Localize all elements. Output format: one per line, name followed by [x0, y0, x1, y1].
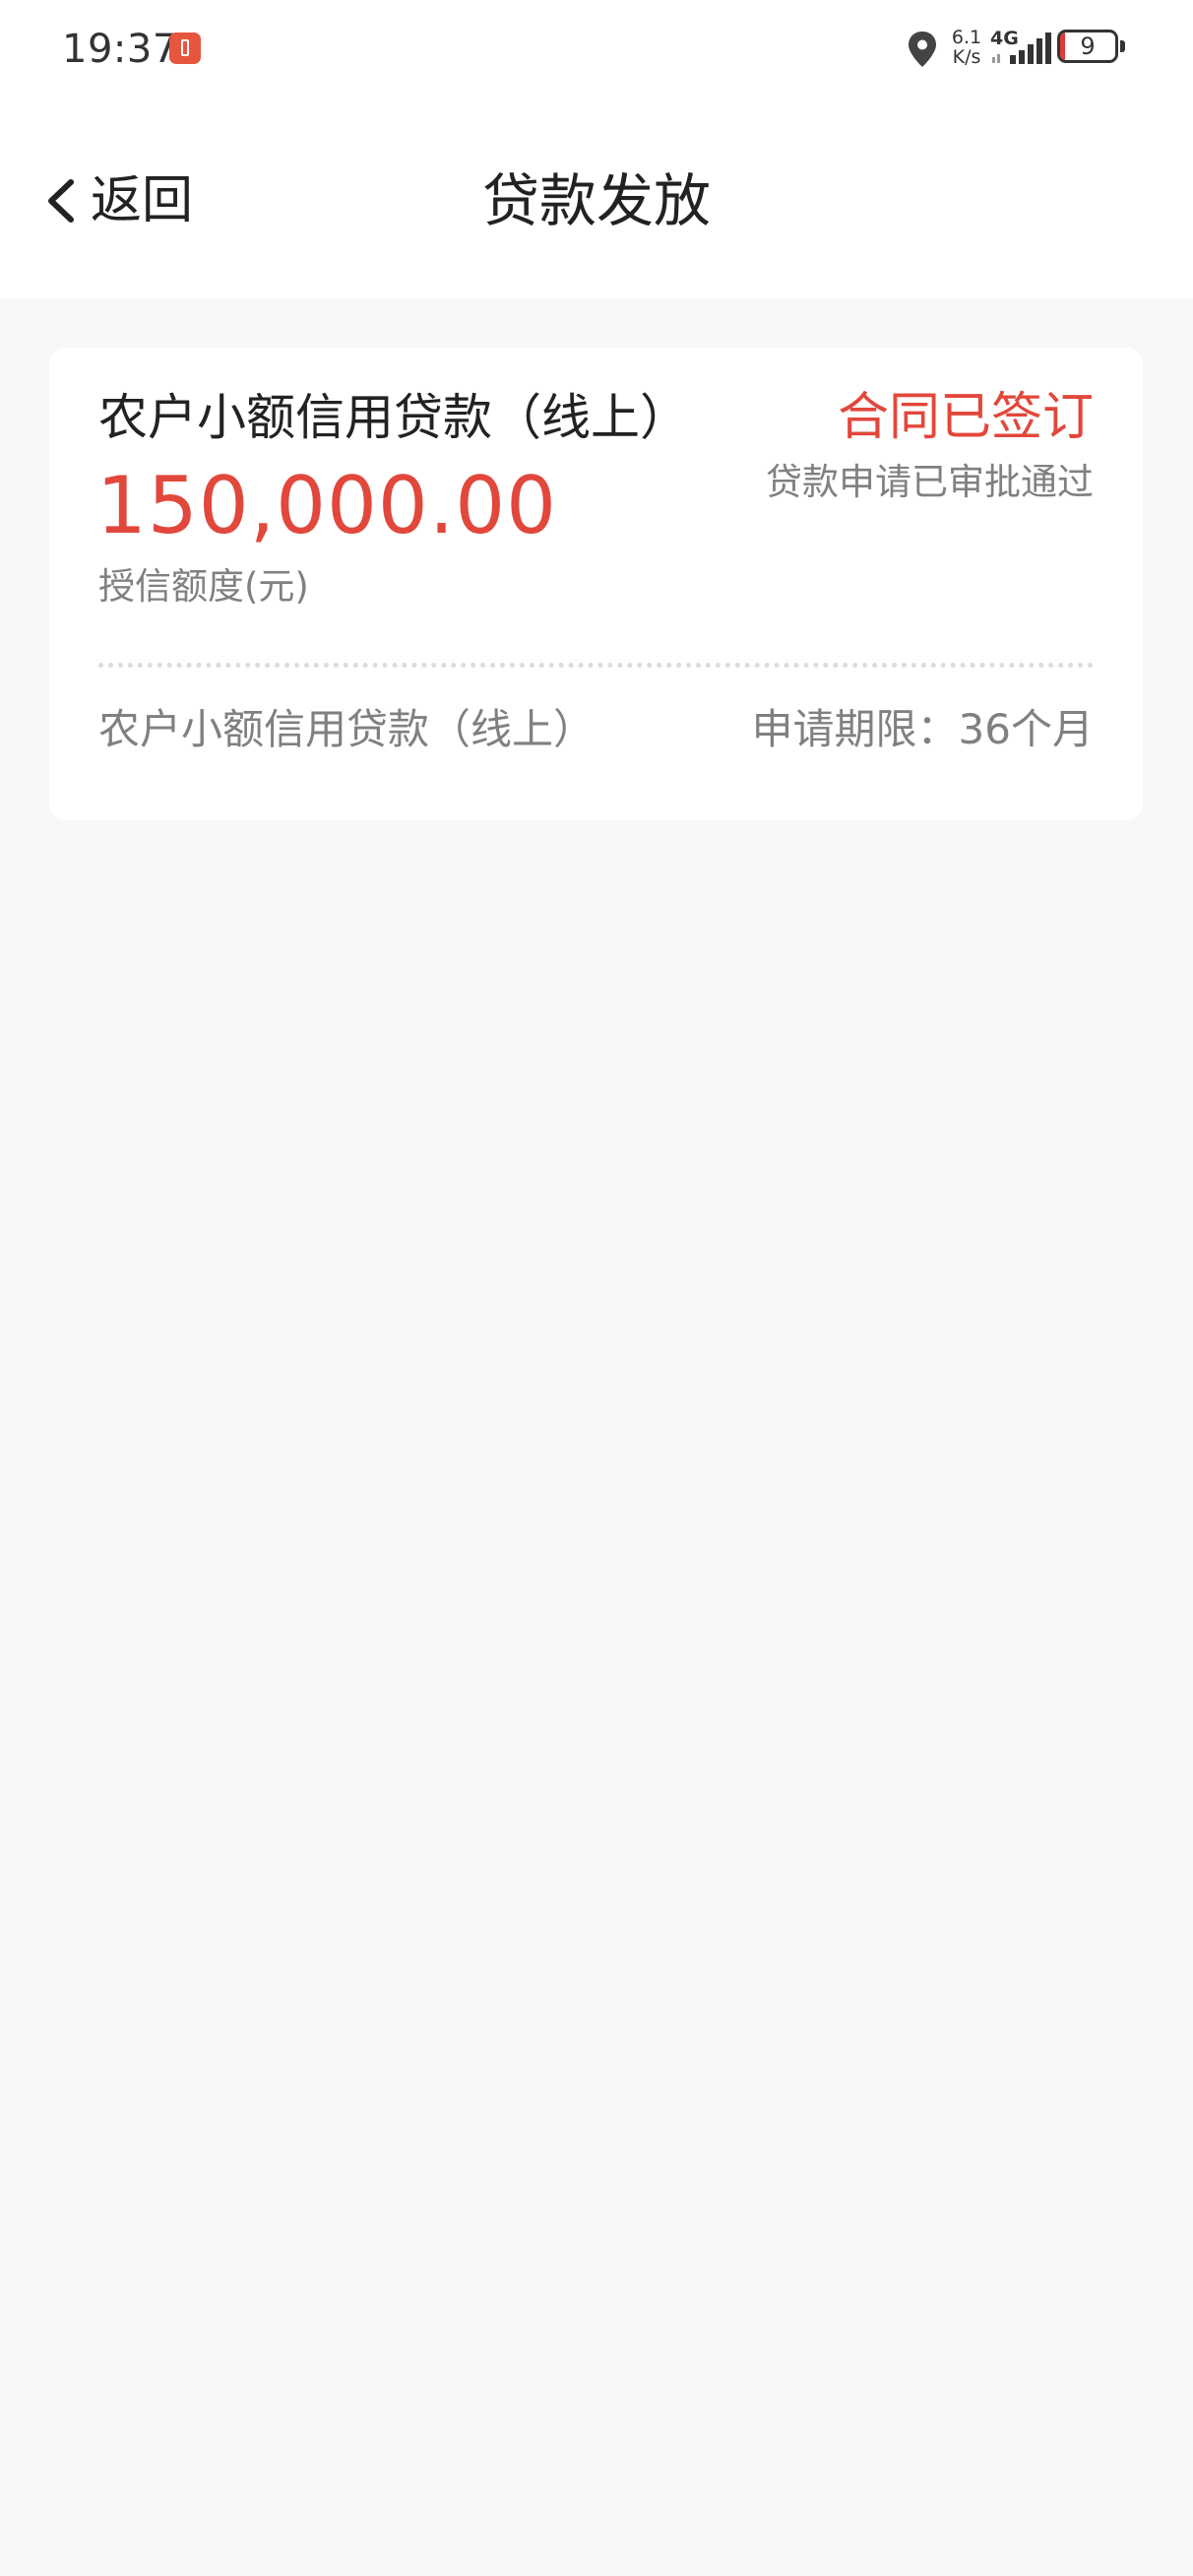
battery-icon: 9	[1057, 30, 1128, 65]
status-bar: 19:37 6.1 K/s 4G 9	[0, 0, 1193, 98]
nav-bar: 返回 贷款发放	[0, 148, 1193, 256]
loan-product-name: 农户小额信用贷款（线上）	[98, 705, 596, 753]
header-area: 19:37 6.1 K/s 4G 9 返回 贷款发放	[0, 0, 1193, 298]
net-speed-value: 6.1	[951, 27, 982, 48]
loan-card[interactable]: 农户小额信用贷款（线上） 合同已签订 贷款申请已审批通过 150,000.00 …	[49, 348, 1143, 820]
signal-icon	[992, 32, 1051, 64]
battery-level: 9	[1080, 32, 1096, 60]
loan-product-title: 农户小额信用贷款（线上）	[98, 389, 689, 446]
net-speed-unit: K/s	[952, 46, 981, 68]
contract-status: 合同已签订	[837, 388, 1094, 447]
net-speed: 6.1 K/s	[947, 28, 986, 67]
loan-term: 申请期限：36个月	[751, 705, 1094, 753]
page-title: 贷款发放	[481, 167, 711, 234]
notification-icon	[169, 32, 201, 64]
location-icon	[909, 32, 936, 67]
approval-status: 贷款申请已审批通过	[766, 461, 1094, 503]
battery-tip	[1120, 40, 1125, 52]
credit-amount-label: 授信额度(元)	[98, 565, 309, 608]
credit-amount: 150,000.00	[96, 460, 558, 551]
status-time: 19:37	[62, 27, 178, 72]
card-divider	[98, 663, 1094, 668]
